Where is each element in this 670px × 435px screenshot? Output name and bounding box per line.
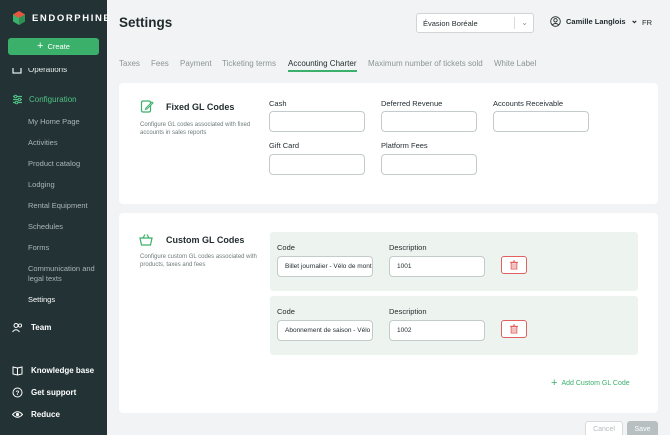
eye-icon [12, 411, 23, 418]
sidebar-item-reduce[interactable]: Reduce [12, 409, 60, 420]
fixed-gl-description: Configure GL codes associated with fixed… [140, 122, 251, 137]
sliders-icon [13, 94, 22, 105]
sidebar: ENDORPHINE + Create Operations › Configu… [0, 0, 154, 435]
sidebar-subitem-settings[interactable]: Settings [28, 295, 55, 305]
trash-icon [510, 324, 518, 334]
create-button-label: Create [47, 42, 70, 51]
code-field[interactable]: Abonnement de saison - Vélo de montagne [277, 320, 373, 341]
help-icon: ? [12, 387, 23, 398]
user-menu[interactable]: Camille Langlois ⌄ [550, 14, 639, 27]
sidebar-subitem-forms[interactable]: Forms [28, 243, 49, 253]
select-divider [514, 17, 515, 29]
sidebar-item-label: Knowledge base [31, 366, 95, 375]
accounts-receivable-field[interactable] [493, 111, 589, 132]
top-header: Settings Évasion Boréale ⌄ Camille Langl… [107, 0, 670, 48]
sidebar-item-configuration[interactable]: Configuration ⌄ [12, 94, 154, 105]
code-field[interactable]: Billet journalier - Vélo de montagne [277, 256, 373, 277]
code-label: Code [277, 243, 295, 252]
create-button[interactable]: + Create [8, 38, 99, 55]
sidebar-subitem-lodging[interactable]: Lodging [28, 180, 55, 190]
sidebar-item-operations[interactable]: Operations › [12, 64, 68, 74]
delete-row-button[interactable] [501, 320, 527, 338]
platform-fees-field[interactable] [381, 154, 477, 175]
accounts-receivable-label: Accounts Receivable [493, 99, 564, 108]
trash-icon [510, 260, 518, 270]
tab-taxes[interactable]: Taxes [119, 59, 140, 68]
organization-select[interactable]: Évasion Boréale ⌄ [416, 13, 534, 33]
custom-gl-description: Configure custom GL codes associated wit… [140, 254, 257, 269]
brand-logo-icon [13, 11, 25, 25]
delete-row-button[interactable] [501, 256, 527, 274]
description-field[interactable]: 1001 [389, 256, 485, 277]
organization-select-value: Évasion Boréale [423, 18, 478, 28]
edit-document-icon [140, 100, 154, 113]
sidebar-subitem-rental-equipment[interactable]: Rental Equipment [28, 201, 88, 211]
sidebar-item-label: Get support [31, 388, 77, 397]
tab-accounting-charter[interactable]: Accounting Charter [288, 59, 356, 68]
code-label: Code [277, 307, 295, 316]
platform-fees-label: Platform Fees [381, 141, 428, 150]
user-avatar-icon [550, 16, 561, 27]
sidebar-subitem-activities[interactable]: Activities [28, 138, 58, 148]
basket-icon [139, 234, 153, 246]
sidebar-subitem-schedules[interactable]: Schedules [28, 222, 63, 232]
gift-card-label: Gift Card [269, 141, 300, 150]
sidebar-item-label: Operations [28, 64, 68, 74]
tab-fees[interactable]: Fees [151, 59, 169, 68]
description-field[interactable]: 1002 [389, 320, 485, 341]
custom-gl-title: Custom GL Codes [166, 235, 245, 245]
deferred-revenue-field[interactable] [381, 111, 477, 132]
chevron-down-icon: ⌄ [630, 14, 639, 25]
operations-icon [12, 68, 22, 74]
sidebar-item-label: Reduce [31, 410, 60, 419]
tab-white-label[interactable]: White Label [494, 59, 536, 68]
fixed-gl-title: Fixed GL Codes [166, 102, 235, 112]
save-button[interactable]: Save [627, 421, 658, 435]
plus-icon: + [37, 39, 44, 52]
gift-card-field[interactable] [269, 154, 365, 175]
page-title: Settings [119, 15, 173, 30]
active-tab-indicator [288, 70, 357, 72]
sidebar-subitem-my-home-page[interactable]: My Home Page [28, 117, 80, 127]
add-custom-gl-code-label: Add Custom GL Code [561, 380, 630, 387]
brand-name: ENDORPHINE [32, 12, 112, 24]
sidebar-item-support[interactable]: ? Get support [12, 387, 76, 398]
svg-text:?: ? [16, 390, 20, 397]
book-icon [12, 366, 23, 376]
language-switcher[interactable]: FR [642, 18, 652, 27]
description-label: Description [389, 243, 427, 252]
cash-label: Cash [269, 99, 287, 108]
cancel-button[interactable]: Cancel [585, 421, 623, 435]
sidebar-item-label: Team [31, 323, 52, 332]
chevron-down-icon: ⌄ [521, 18, 528, 27]
user-name: Camille Langlois [566, 17, 626, 26]
tab-max-tickets-sold[interactable]: Maximum number of tickets sold [368, 59, 483, 68]
sidebar-item-team[interactable]: Team [12, 322, 51, 333]
brand-logo[interactable]: ENDORPHINE [12, 11, 111, 25]
deferred-revenue-label: Deferred Revenue [381, 99, 443, 108]
tab-payment[interactable]: Payment [180, 59, 212, 68]
sidebar-item-knowledge-base[interactable]: Knowledge base [12, 365, 94, 376]
sidebar-item-label: Configuration [29, 95, 77, 104]
sidebar-subitem-communication-legal-texts[interactable]: Communication and legal texts [28, 264, 104, 284]
add-custom-gl-code-button[interactable]: + Add Custom GL Code [551, 378, 630, 389]
description-label: Description [389, 307, 427, 316]
sidebar-subitem-product-catalog[interactable]: Product catalog [28, 159, 80, 169]
cash-field[interactable] [269, 111, 365, 132]
plus-icon: + [551, 377, 558, 389]
tab-ticketing-terms[interactable]: Ticketing terms [222, 59, 276, 68]
team-icon [12, 323, 23, 333]
